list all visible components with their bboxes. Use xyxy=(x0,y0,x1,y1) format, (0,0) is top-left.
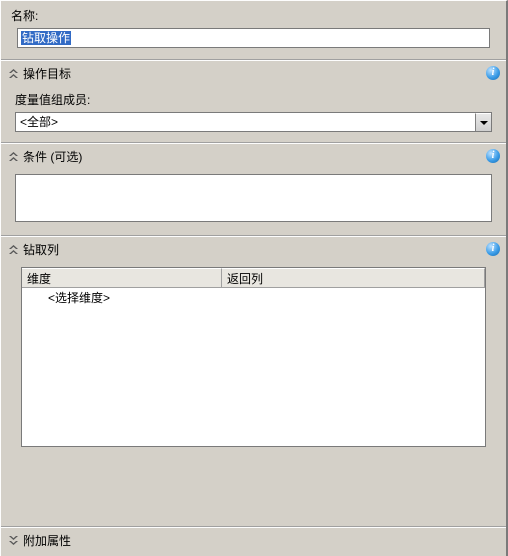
properties-panel: 名称: 钻取操作 操作目标 i 度量值组成员: <全部> 条件 (可选) xyxy=(0,0,508,556)
drill-title: 钻取列 xyxy=(23,241,486,258)
grid-body: <选择维度> xyxy=(22,288,485,446)
member-label: 度量值组成员: xyxy=(15,91,492,108)
dropdown-button[interactable] xyxy=(475,113,491,131)
condition-textarea[interactable] xyxy=(15,174,492,222)
collapse-icon xyxy=(7,67,19,79)
info-icon[interactable]: i xyxy=(486,66,500,80)
name-input-value: 钻取操作 xyxy=(21,31,71,45)
grid-header-return[interactable]: 返回列 xyxy=(222,268,485,288)
target-body: 度量值组成员: <全部> xyxy=(1,85,506,142)
grid-header-row: 维度 返回列 xyxy=(22,268,485,288)
return-cell[interactable] xyxy=(222,288,485,308)
name-label: 名称: xyxy=(11,7,496,24)
info-icon[interactable]: i xyxy=(486,149,500,163)
member-combo-value: <全部> xyxy=(16,113,475,131)
drill-body: 维度 返回列 <选择维度> xyxy=(1,261,506,457)
drill-grid[interactable]: 维度 返回列 <选择维度> xyxy=(21,267,486,447)
drill-header[interactable]: 钻取列 i xyxy=(1,237,506,261)
target-title: 操作目标 xyxy=(23,65,486,82)
spacer xyxy=(1,457,506,526)
name-section: 名称: 钻取操作 xyxy=(1,1,506,59)
condition-body xyxy=(1,168,506,235)
condition-title: 条件 (可选) xyxy=(23,148,486,165)
grid-header-dimension[interactable]: 维度 xyxy=(22,268,222,288)
expand-icon xyxy=(7,534,19,546)
condition-header[interactable]: 条件 (可选) i xyxy=(1,144,506,168)
table-row[interactable]: <选择维度> xyxy=(22,288,485,308)
info-icon[interactable]: i xyxy=(486,242,500,256)
extra-header[interactable]: 附加属性 xyxy=(1,528,506,556)
name-input-wrap: 钻取操作 xyxy=(17,28,490,51)
dimension-placeholder-cell[interactable]: <选择维度> xyxy=(22,288,222,308)
collapse-icon xyxy=(7,150,19,162)
chevron-down-icon xyxy=(480,121,488,125)
member-combo[interactable]: <全部> xyxy=(15,112,492,132)
name-input[interactable]: 钻取操作 xyxy=(17,28,490,48)
collapse-icon xyxy=(7,243,19,255)
extra-title: 附加属性 xyxy=(23,532,500,549)
target-header[interactable]: 操作目标 i xyxy=(1,61,506,85)
